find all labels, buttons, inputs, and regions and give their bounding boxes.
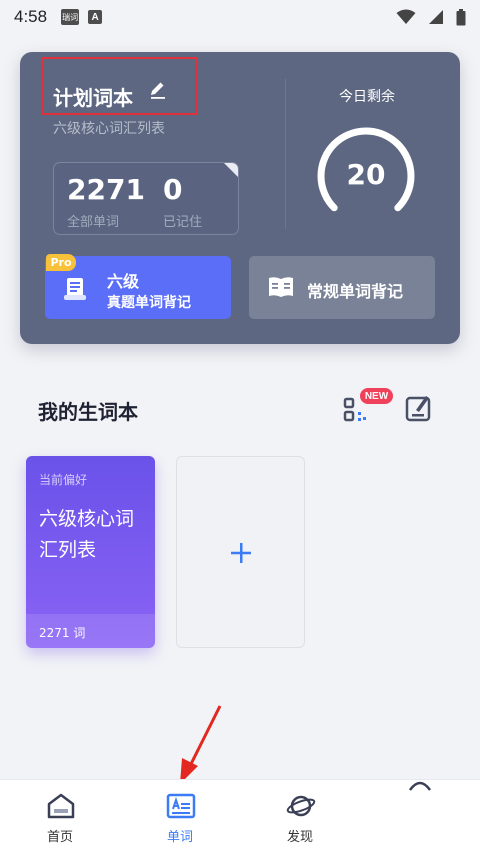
notebook-card[interactable]: 当前偏好 六级核心词汇列表 2271 词 (26, 456, 155, 648)
tab-home-label: 首页 (46, 830, 73, 845)
notebook-tag: 当前偏好 (39, 473, 88, 487)
stats-box[interactable]: 2271 全部单词 0 已记住 (53, 162, 239, 235)
notebook-footer: 2271 词 (26, 614, 155, 648)
divider (285, 79, 286, 229)
memorized-count: 0 (163, 173, 183, 206)
zhenti-level: 六级 (107, 272, 140, 291)
a-notification-icon: A (88, 10, 103, 24)
word-card-icon (166, 793, 196, 819)
tab-words-label: 单词 (166, 830, 193, 845)
zhenti-words-button[interactable]: Pro 六级 真题单词背记 (45, 254, 231, 319)
plan-card: 计划词本 六级核心词汇列表 2271 全部单词 0 已记住 今日剩余 20 Pr… (20, 52, 460, 344)
regular-words-button[interactable]: 常规单词背记 (249, 256, 435, 319)
exam-paper-icon (64, 278, 86, 300)
status-time: 4:58 (14, 7, 48, 26)
tab-words[interactable]: 单词 (120, 780, 240, 853)
plus-icon (231, 543, 251, 563)
app-notification-icon: 瑞词 (61, 9, 80, 25)
total-words-count: 2271 (67, 173, 145, 206)
total-words-label: 全部单词 (67, 215, 120, 230)
plan-title: 计划词本 (53, 86, 133, 110)
corner-mark (224, 163, 238, 177)
add-notebook-card[interactable] (176, 456, 305, 648)
planet-icon (286, 795, 316, 817)
regular-words-label: 常规单词背记 (307, 282, 404, 301)
today-remaining-count: 20 (346, 158, 386, 191)
new-badge: NEW (360, 388, 393, 404)
book-icon (269, 277, 293, 297)
today-remaining-label: 今日剩余 (339, 89, 395, 105)
signal-icon (429, 10, 443, 24)
notebook-name: 六级核心词汇列表 (39, 508, 135, 561)
status-bar: 4:58 瑞词 A (0, 0, 480, 34)
zhenti-label: 真题单词背记 (107, 295, 191, 311)
bottom-tab-bar: 首页 单词 发现 (0, 779, 480, 853)
home-icon (47, 793, 75, 819)
tab-discover-label: 发现 (286, 830, 313, 845)
tab-home[interactable]: 首页 (0, 780, 120, 853)
pro-badge: Pro (46, 254, 76, 271)
profile-icon[interactable] (408, 776, 432, 792)
edit-icon[interactable] (148, 80, 168, 100)
plan-subtitle: 六级核心词汇列表 (53, 121, 165, 137)
edit-note-icon[interactable] (404, 392, 434, 424)
memorized-label: 已记住 (163, 215, 203, 230)
my-notebooks-title: 我的生词本 (38, 400, 138, 424)
scan-notebook-button[interactable]: NEW (340, 388, 393, 428)
notebook-word-count: 2271 词 (39, 626, 86, 640)
wifi-icon (396, 9, 416, 24)
battery-icon (456, 8, 466, 25)
annotation-arrow (180, 705, 222, 784)
tab-discover[interactable]: 发现 (240, 780, 360, 853)
